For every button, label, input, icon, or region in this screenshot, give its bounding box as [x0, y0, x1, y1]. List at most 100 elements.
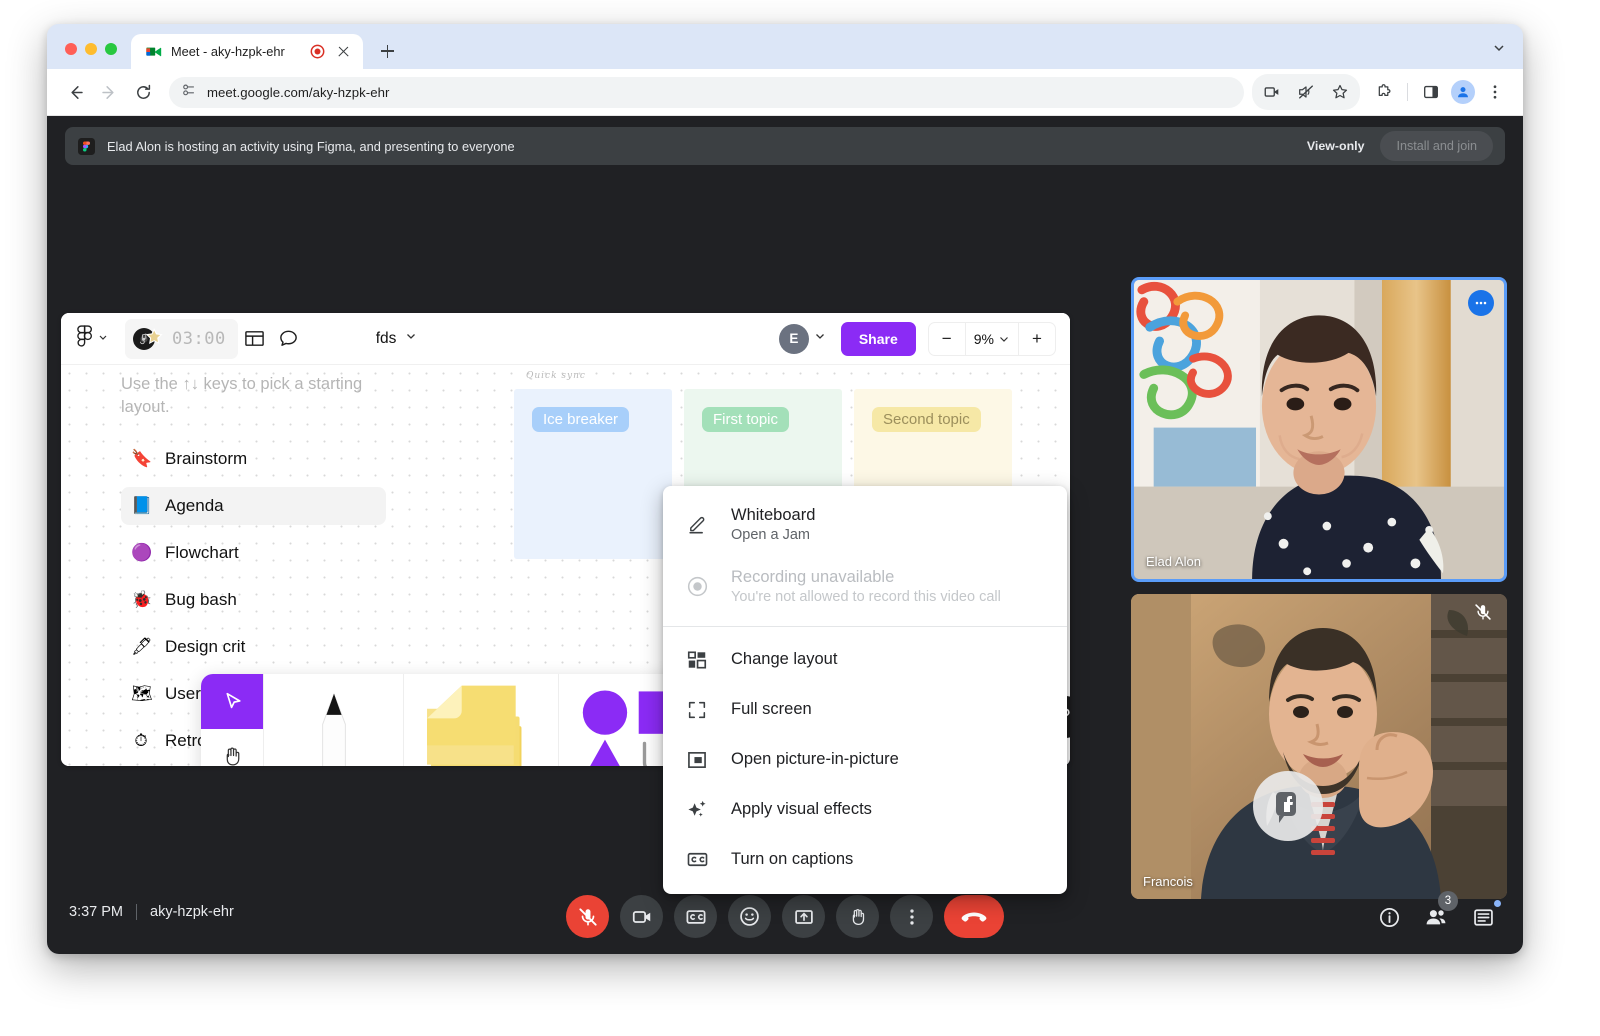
menu-item-title: Whiteboard	[731, 506, 816, 524]
side-panel-icon[interactable]	[1415, 76, 1447, 108]
forward-icon[interactable]	[93, 76, 125, 108]
figma-toolbar: 03:00 fds E Share − 9% +	[61, 313, 1070, 365]
menu-item-title: Change layout	[731, 650, 838, 669]
pen-tool[interactable]	[263, 674, 403, 766]
leave-call-button[interactable]	[944, 895, 1004, 938]
figma-file-name[interactable]: fds	[376, 330, 397, 348]
maximize-window-button[interactable]	[105, 43, 117, 55]
menu-item-captions[interactable]: Turn on captions	[663, 835, 1067, 885]
figma-timer[interactable]: 03:00	[125, 318, 238, 359]
layout-item-brainstorm[interactable]: 🔖 Brainstorm	[121, 440, 386, 478]
sparkles-icon	[685, 798, 709, 822]
zoom-out-button[interactable]: −	[929, 323, 965, 355]
layout-item-flowchart[interactable]: 🟣 Flowchart	[121, 534, 386, 572]
new-tab-button[interactable]	[373, 37, 401, 65]
activity-banner: Elad Alon is hosting an activity using F…	[65, 127, 1505, 165]
menu-item-full-screen[interactable]: Full screen	[663, 685, 1067, 735]
reload-icon[interactable]	[127, 76, 159, 108]
window-traffic-lights[interactable]	[47, 43, 131, 69]
browser-toolbar: meet.google.com/aky-hzpk-ehr	[47, 69, 1523, 116]
tile-participant-name: Elad Alon	[1146, 554, 1201, 569]
board-title: Quick sync	[526, 371, 586, 381]
mute-site-icon[interactable]	[1290, 76, 1322, 108]
stopwatch-icon: ⏱	[134, 731, 148, 751]
flowchart-shapes-icon: 🟣	[131, 543, 153, 563]
browser-tab-strip: Meet - aky-hzpk-ehr	[47, 24, 1523, 69]
minimize-window-button[interactable]	[85, 43, 97, 55]
sticky-note-tool[interactable]	[403, 674, 558, 766]
captions-button[interactable]	[674, 895, 717, 938]
layout-grid-icon	[685, 648, 709, 672]
close-tab-button[interactable]	[334, 42, 353, 61]
tile-more-options-icon[interactable]	[1468, 290, 1494, 316]
menu-item-change-layout[interactable]: Change layout	[663, 635, 1067, 685]
chat-unread-dot	[1494, 900, 1501, 907]
menu-item-subtitle: You're not allowed to record this video …	[731, 589, 1001, 606]
tab-title: Meet - aky-hzpk-ehr	[171, 44, 285, 59]
current-time: 3:37 PM	[69, 904, 123, 920]
comment-bubble-icon[interactable]	[272, 322, 306, 356]
avatar[interactable]: E	[778, 323, 809, 354]
profile-avatar-icon[interactable]	[1451, 80, 1475, 104]
raise-hand-button[interactable]	[836, 895, 879, 938]
menu-divider	[663, 625, 1067, 627]
figma-menu-button[interactable]	[77, 325, 109, 352]
chat-button[interactable]	[1468, 900, 1501, 932]
figma-share-button[interactable]: Share	[840, 321, 916, 356]
close-window-button[interactable]	[65, 43, 77, 55]
chevron-down-icon[interactable]	[813, 329, 827, 348]
camera-share-icon[interactable]	[1256, 76, 1288, 108]
figma-collaborators[interactable]: E	[778, 323, 827, 354]
music-star-icon	[131, 324, 165, 354]
present-now-button[interactable]	[782, 895, 825, 938]
agenda-column[interactable]: Ice breaker	[514, 389, 672, 559]
microphone-off-button[interactable]	[566, 895, 609, 938]
install-and-join-button[interactable]: Install and join	[1380, 131, 1493, 161]
hand-tool[interactable]	[201, 729, 263, 766]
divider	[136, 904, 137, 920]
video-tile-elad-alon[interactable]: Elad Alon	[1131, 277, 1507, 582]
camera-button[interactable]	[620, 895, 663, 938]
figma-zoom-control: − 9% +	[927, 321, 1056, 356]
chevron-down-icon[interactable]	[404, 329, 418, 348]
layout-item-agenda[interactable]: 📘 Agenda	[121, 487, 386, 526]
extensions-puzzle-icon[interactable]	[1368, 76, 1400, 108]
meeting-details-button[interactable]	[1374, 902, 1404, 932]
back-icon[interactable]	[59, 76, 91, 108]
figma-logo-icon	[77, 325, 92, 352]
layout-item-label: Flowchart	[165, 543, 239, 563]
activity-banner-message: Elad Alon is hosting an activity using F…	[107, 138, 515, 154]
menu-item-title: Recording unavailable	[731, 567, 895, 586]
pip-icon	[685, 748, 709, 772]
chevron-down-icon[interactable]	[1491, 40, 1507, 61]
more-options-button[interactable]	[890, 895, 933, 938]
zoom-level-value[interactable]: 9%	[964, 322, 1019, 355]
layout-item-bug-bash[interactable]: 🐞 Bug bash	[121, 581, 386, 619]
hand-icon	[226, 747, 239, 766]
menu-item-picture-in-picture[interactable]: Open picture-in-picture	[663, 735, 1067, 785]
record-circle-icon	[685, 575, 709, 599]
layout-panel-icon[interactable]	[238, 322, 272, 356]
menu-item-whiteboard[interactable]: Whiteboard Open a Jam	[663, 494, 1067, 556]
figma-logo-icon	[78, 137, 95, 155]
media-controls-pill	[1252, 74, 1360, 110]
menu-item-title: Apply visual effects	[731, 800, 872, 819]
fullscreen-icon	[685, 698, 709, 722]
browser-tab[interactable]: Meet - aky-hzpk-ehr	[131, 34, 363, 69]
layout-item-label: Bug bash	[165, 590, 237, 610]
tile-participant-name: Francois	[1143, 874, 1193, 889]
layout-item-design-crit[interactable]: 🖋 Design crit	[121, 628, 386, 666]
tab-recording-icon[interactable]	[310, 44, 325, 59]
select-tool[interactable]	[201, 674, 263, 729]
browser-menu-icon[interactable]	[1479, 76, 1511, 108]
meeting-info-left: 3:37 PM aky-hzpk-ehr	[69, 904, 234, 920]
people-count-badge: 3	[1438, 891, 1458, 911]
bookmark-star-icon[interactable]	[1324, 76, 1356, 108]
site-settings-icon[interactable]	[181, 82, 197, 103]
emoji-reactions-button[interactable]	[728, 895, 771, 938]
zoom-in-button[interactable]: +	[1019, 323, 1055, 355]
video-tile-francois[interactable]: Francois	[1131, 594, 1507, 899]
menu-item-visual-effects[interactable]: Apply visual effects	[663, 785, 1067, 835]
people-button[interactable]: 3	[1421, 891, 1458, 932]
omnibox[interactable]: meet.google.com/aky-hzpk-ehr	[169, 76, 1244, 108]
